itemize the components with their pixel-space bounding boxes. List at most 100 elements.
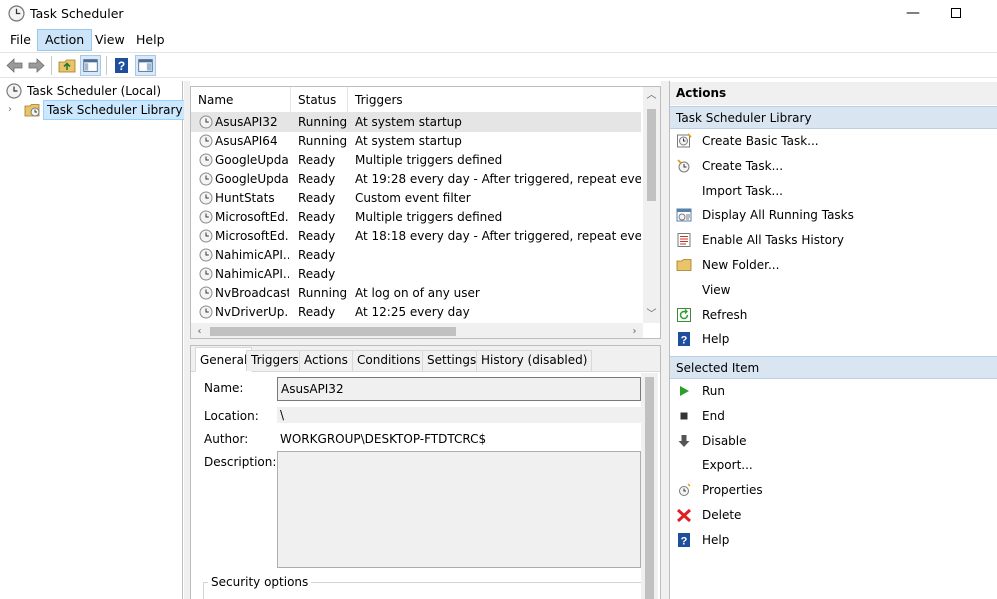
task-name: GoogleUpda... xyxy=(215,172,289,186)
action-label: View xyxy=(702,282,731,297)
show-hide-console-tree-icon[interactable] xyxy=(80,55,101,76)
task-status: Ready xyxy=(298,305,336,319)
maximize-button[interactable] xyxy=(946,2,968,24)
task-clock-icon xyxy=(199,172,213,186)
table-row[interactable]: MicrosoftEd... Ready Multiple triggers def… xyxy=(191,208,641,227)
action-label: New Folder... xyxy=(702,258,780,272)
task-clock-icon xyxy=(199,305,213,319)
tab-actions[interactable]: Actions xyxy=(299,350,353,371)
column-header-name[interactable]: Name xyxy=(191,87,291,113)
task-triggers: Multiple triggers defined xyxy=(355,153,503,167)
action-label: Display All Running Tasks xyxy=(702,208,854,223)
menu-file[interactable]: File xyxy=(3,29,38,51)
actions-title: Actions xyxy=(670,82,997,105)
table-row[interactable]: AsusAPI32 Running At system startup xyxy=(191,113,641,132)
task-name: GoogleUpda... xyxy=(215,153,289,167)
action-disable[interactable]: Disable xyxy=(670,429,997,453)
action-run[interactable]: Run xyxy=(670,379,997,403)
task-status: Running xyxy=(298,115,348,129)
help-icon: ? xyxy=(678,332,690,347)
column-header-triggers[interactable]: Triggers xyxy=(348,87,641,113)
scroll-up-arrow-icon[interactable]: ︿ xyxy=(643,87,660,104)
table-row[interactable]: NvBroadcast... Running At log on of any us… xyxy=(191,284,641,303)
action-label: Properties xyxy=(702,483,763,498)
menu-action[interactable]: Action xyxy=(37,29,93,51)
scroll-thumb[interactable] xyxy=(210,327,456,336)
action-label: Help xyxy=(702,532,730,547)
details-tab-strip: General Triggers Actions Conditions Sett… xyxy=(191,346,660,372)
splitter-right[interactable] xyxy=(661,81,669,599)
security-options-label: Security options xyxy=(208,575,312,589)
action-import-task[interactable]: Import Task... xyxy=(670,179,997,203)
menu-view[interactable]: View xyxy=(88,29,132,51)
action-create-task[interactable]: Create Task... xyxy=(670,154,997,178)
task-name: AsusAPI64 xyxy=(215,134,278,148)
section-task-scheduler-library[interactable]: Task Scheduler Library xyxy=(670,106,997,129)
action-end[interactable]: End xyxy=(670,404,997,428)
details-vertical-scrollbar[interactable] xyxy=(641,373,658,599)
tab-conditions[interactable]: Conditions xyxy=(352,350,426,371)
forward-arrow-icon[interactable] xyxy=(26,55,47,76)
chevron-right-icon[interactable]: › xyxy=(8,101,12,119)
task-triggers: Custom event filter xyxy=(355,191,471,205)
menu-help[interactable]: Help xyxy=(129,29,172,51)
description-field[interactable] xyxy=(277,451,641,568)
table-row[interactable]: MicrosoftEd... Ready At 18:18 every day - … xyxy=(191,227,641,246)
tab-settings[interactable]: Settings xyxy=(422,350,482,371)
table-row[interactable]: GoogleUpda... Ready Multiple triggers defi… xyxy=(191,151,641,170)
table-row[interactable]: AsusAPI64 Running At system startup xyxy=(191,132,641,151)
tab-triggers[interactable]: Triggers xyxy=(246,350,304,371)
task-clock-icon xyxy=(199,267,213,281)
table-row[interactable]: HuntStats Ready Custom event filter xyxy=(191,189,641,208)
section-selected-item[interactable]: Selected Item xyxy=(670,356,997,379)
column-header-status[interactable]: Status xyxy=(291,87,348,113)
action-enable-all-tasks-history[interactable]: Enable All Tasks History xyxy=(670,228,997,252)
action-label: Enable All Tasks History xyxy=(702,233,845,248)
action-display-all-running-tasks[interactable]: Display All Running Tasks xyxy=(670,203,997,227)
back-arrow-icon[interactable] xyxy=(4,55,25,76)
scroll-right-arrow-icon[interactable]: › xyxy=(626,323,643,338)
end-icon xyxy=(680,412,688,420)
table-row[interactable]: NahimicAPI... Ready xyxy=(191,265,641,284)
tab-general[interactable]: General xyxy=(195,347,253,372)
up-folder-icon[interactable] xyxy=(57,55,78,76)
list-header: Name Status Triggers xyxy=(191,87,641,113)
task-name: AsusAPI32 xyxy=(215,115,278,129)
task-name: NahimicAPI... xyxy=(215,248,289,262)
action-label: Run xyxy=(702,384,726,398)
scroll-thumb[interactable] xyxy=(647,109,656,201)
task-clock-icon xyxy=(199,229,213,243)
task-status: Running xyxy=(298,134,348,148)
action-delete[interactable]: Delete xyxy=(670,503,997,527)
show-hide-action-pane-icon[interactable] xyxy=(135,55,156,76)
tab-history[interactable]: History (disabled) xyxy=(476,350,593,371)
scroll-left-arrow-icon[interactable]: ‹ xyxy=(191,323,208,338)
name-field[interactable]: AsusAPI32 xyxy=(277,377,641,401)
action-create-basic-task[interactable]: Create Basic Task... xyxy=(670,129,997,153)
list-horizontal-scrollbar[interactable]: ‹ › xyxy=(191,323,643,338)
author-value: WORKGROUP\DESKTOP-FTDTCRC$ xyxy=(280,432,487,446)
help-icon[interactable]: ? xyxy=(111,55,132,76)
action-help[interactable]: ? Help xyxy=(670,327,997,351)
window-title: Task Scheduler xyxy=(30,6,124,21)
minimize-button[interactable]: — xyxy=(902,2,924,24)
list-vertical-scrollbar[interactable]: ︿ ﹀ xyxy=(643,87,660,323)
action-view[interactable]: View xyxy=(670,278,997,302)
action-properties[interactable]: Properties xyxy=(670,478,997,502)
action-new-folder[interactable]: New Folder... xyxy=(670,253,997,277)
task-triggers: At system startup xyxy=(355,115,462,129)
task-scheduler-clock-icon xyxy=(8,5,25,22)
table-row[interactable]: NvDriverUp... Ready At 12:25 every day xyxy=(191,303,641,322)
description-label: Description: xyxy=(204,455,277,469)
action-refresh[interactable]: Refresh xyxy=(670,303,997,327)
scroll-thumb[interactable] xyxy=(645,377,654,599)
task-triggers: At 18:18 every day - After triggered, re… xyxy=(355,229,641,243)
table-row[interactable]: GoogleUpda... Ready At 19:28 every day - A… xyxy=(191,170,641,189)
action-label: Refresh xyxy=(702,307,748,322)
scroll-down-arrow-icon[interactable]: ﹀ xyxy=(643,306,660,323)
action-export[interactable]: Export... xyxy=(670,453,997,477)
task-triggers: At 12:25 every day xyxy=(355,305,470,319)
console-tree: Task Scheduler (Local) › Task Scheduler … xyxy=(0,81,187,599)
action-help[interactable]: ? Help xyxy=(670,528,997,552)
table-row[interactable]: NahimicAPI... Ready xyxy=(191,246,641,265)
